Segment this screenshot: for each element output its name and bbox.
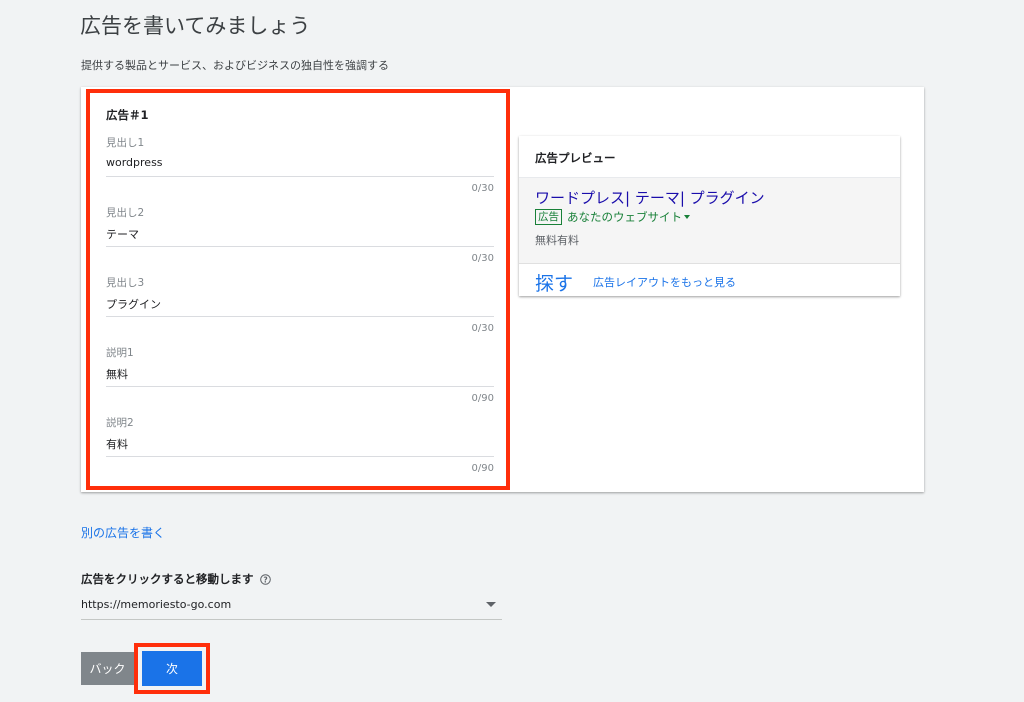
char-counter: 0/30: [471, 253, 494, 264]
caret-down-icon: [684, 215, 690, 219]
field-input[interactable]: 有料: [106, 436, 128, 452]
field-underline: [106, 386, 494, 387]
ad-preview-body: ワードプレス| テーマ| プラグイン 広告 あなたのウェブサイト 無料有料: [519, 177, 900, 264]
ad-card: 広告＃1 見出し1 wordpress 0/30 見出し2 テーマ 0/30 見…: [81, 87, 924, 492]
description-1-field[interactable]: 説明1 無料 0/90: [106, 345, 494, 409]
search-label: 探す: [535, 273, 574, 295]
page-subtitle: 提供する製品とサービス、およびビジネスの独自性を強調する: [81, 59, 389, 72]
ad-preview-description: 無料有料: [535, 234, 579, 247]
write-another-ad-link[interactable]: 別の広告を書く: [81, 524, 165, 541]
ad-preview-footer: 探す 広告レイアウトをもっと見る: [519, 263, 900, 296]
char-counter: 0/90: [471, 463, 494, 474]
field-input[interactable]: wordpress: [106, 156, 163, 169]
ad-preview-url: あなたのウェブサイト: [567, 210, 682, 224]
help-icon[interactable]: ?: [259, 573, 271, 585]
page-title: 広告を書いてみましょう: [80, 14, 311, 38]
ad-editor-title: 広告＃1: [106, 108, 149, 122]
field-label: 見出し2: [106, 207, 145, 219]
final-url-select[interactable]: https://memoriesto-go.com: [81, 591, 502, 620]
headline-3-field[interactable]: 見出し3 プラグイン 0/30: [106, 275, 494, 339]
next-button-highlight: 次: [134, 643, 210, 694]
ad-preview-title: 広告プレビュー: [535, 151, 616, 165]
field-label: 見出し1: [106, 137, 145, 149]
field-label: 説明2: [106, 417, 134, 429]
field-underline: [106, 176, 494, 177]
dropdown-arrow-icon: [486, 602, 496, 607]
char-counter: 0/90: [471, 393, 494, 404]
field-label: 説明1: [106, 347, 134, 359]
field-input[interactable]: 無料: [106, 366, 128, 382]
final-url-heading: 広告をクリックすると移動します ?: [81, 571, 271, 587]
ad-preview-url-line: 広告 あなたのウェブサイト: [535, 209, 690, 225]
svg-text:?: ?: [263, 575, 267, 584]
final-url-value: https://memoriesto-go.com: [81, 598, 232, 611]
back-button[interactable]: バック: [81, 652, 134, 685]
ad-preview-panel: 広告プレビュー ワードプレス| テーマ| プラグイン 広告 あなたのウェブサイト…: [519, 136, 900, 296]
field-underline: [106, 316, 494, 317]
char-counter: 0/30: [471, 183, 494, 194]
field-label: 見出し3: [106, 277, 145, 289]
next-button[interactable]: 次: [142, 651, 202, 686]
field-input[interactable]: テーマ: [106, 226, 139, 242]
ad-badge: 広告: [535, 209, 562, 225]
char-counter: 0/30: [471, 323, 494, 334]
headline-2-field[interactable]: 見出し2 テーマ 0/30: [106, 205, 494, 269]
field-underline: [106, 456, 494, 457]
ad-editor-highlight: 広告＃1 見出し1 wordpress 0/30 見出し2 テーマ 0/30 見…: [86, 89, 510, 490]
ad-preview-headline: ワードプレス| テーマ| プラグイン: [535, 189, 765, 207]
more-layouts-link[interactable]: 広告レイアウトをもっと見る: [593, 274, 736, 290]
field-input[interactable]: プラグイン: [106, 296, 161, 312]
final-url-heading-label: 広告をクリックすると移動します: [81, 572, 254, 586]
description-2-field[interactable]: 説明2 有料 0/90: [106, 415, 494, 479]
headline-1-field[interactable]: 見出し1 wordpress 0/30: [106, 135, 494, 199]
field-underline: [106, 246, 494, 247]
